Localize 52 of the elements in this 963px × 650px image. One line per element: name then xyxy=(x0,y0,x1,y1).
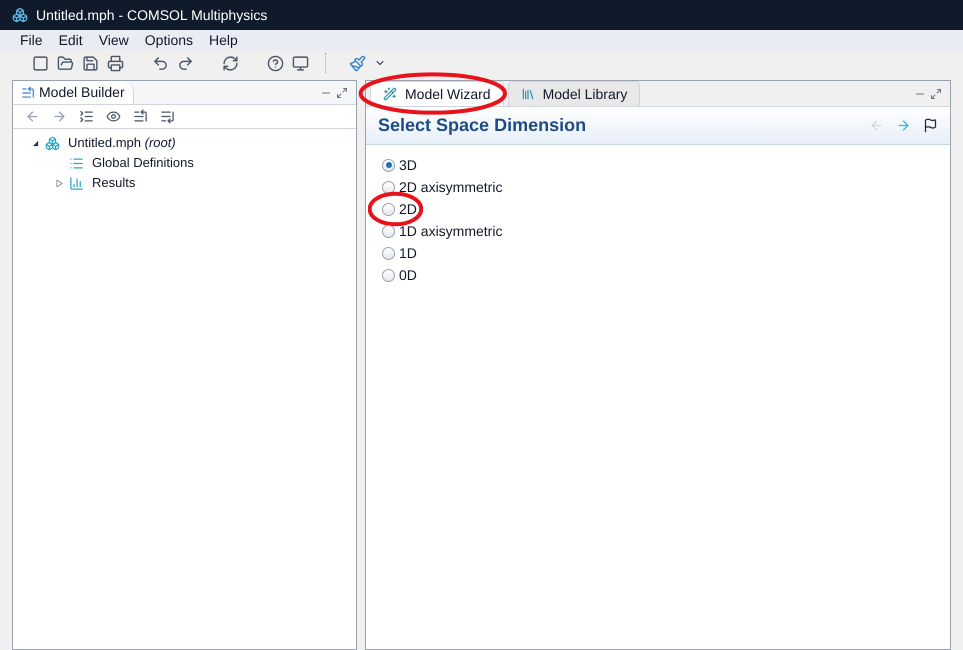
maximize-icon[interactable] xyxy=(336,86,348,98)
menu-item[interactable]: Options xyxy=(144,30,194,50)
panel-tab[interactable]: Model Builder xyxy=(13,81,134,104)
refresh-icon[interactable] xyxy=(222,54,239,72)
tree-item[interactable]: Global Definitions xyxy=(92,153,194,173)
tree-icon xyxy=(21,86,35,100)
window-title: Untitled.mph - COMSOL Multiphysics xyxy=(36,6,268,25)
tree-node-icon xyxy=(69,156,84,170)
wand-icon xyxy=(383,87,397,101)
save-icon[interactable] xyxy=(82,54,99,72)
collapsed-triangle-icon[interactable] xyxy=(56,180,62,186)
finish-flag-icon[interactable] xyxy=(923,118,938,133)
radio-label: 2D xyxy=(399,200,417,218)
move-up-icon[interactable] xyxy=(133,109,148,124)
brush-icon[interactable] xyxy=(349,54,366,72)
radio-label: 2D axisymmetric xyxy=(399,178,502,197)
panel-tab[interactable]: Model Wizard xyxy=(370,81,504,106)
tree-node-icon xyxy=(45,136,60,150)
move-down-icon[interactable] xyxy=(160,109,175,124)
radio-label: 3D xyxy=(399,156,417,174)
undo-icon[interactable] xyxy=(152,54,169,72)
eye-icon[interactable] xyxy=(106,109,121,124)
tree-item[interactable]: Results xyxy=(92,173,136,193)
radio-label: 0D xyxy=(399,266,417,284)
maximize-icon[interactable] xyxy=(930,88,942,100)
radio-button[interactable] xyxy=(382,202,395,216)
help-icon[interactable] xyxy=(267,54,284,72)
folder-icon[interactable] xyxy=(57,54,74,72)
tree-item[interactable]: Untitled.mph (root) xyxy=(68,133,176,153)
panel-tab[interactable]: Model Library xyxy=(508,81,640,106)
monitor-icon[interactable] xyxy=(292,54,309,72)
menu-item[interactable]: View xyxy=(98,30,129,50)
radio-button[interactable] xyxy=(382,158,395,172)
expanded-triangle-icon[interactable] xyxy=(32,140,38,146)
new-file-icon[interactable] xyxy=(32,54,49,72)
menu-item[interactable]: Help xyxy=(209,30,238,50)
radio-label: 1D xyxy=(399,244,417,262)
radio-button[interactable] xyxy=(382,268,395,282)
page-heading: Select Space Dimension xyxy=(378,114,586,137)
radio-button[interactable] xyxy=(382,224,395,238)
list-icon[interactable] xyxy=(79,109,94,124)
menu-item[interactable]: File xyxy=(20,30,43,50)
app-icon xyxy=(12,7,28,23)
printer-icon[interactable] xyxy=(107,54,124,72)
tree-node-icon xyxy=(69,176,84,190)
radio-button[interactable] xyxy=(382,246,395,260)
redo-icon[interactable] xyxy=(177,54,194,72)
radio-button[interactable] xyxy=(382,180,395,194)
menu-item[interactable]: Edit xyxy=(58,30,83,50)
radio-label: 1D axisymmetric xyxy=(399,222,502,241)
forward-arrow-icon[interactable] xyxy=(52,109,67,124)
library-icon xyxy=(520,87,535,101)
